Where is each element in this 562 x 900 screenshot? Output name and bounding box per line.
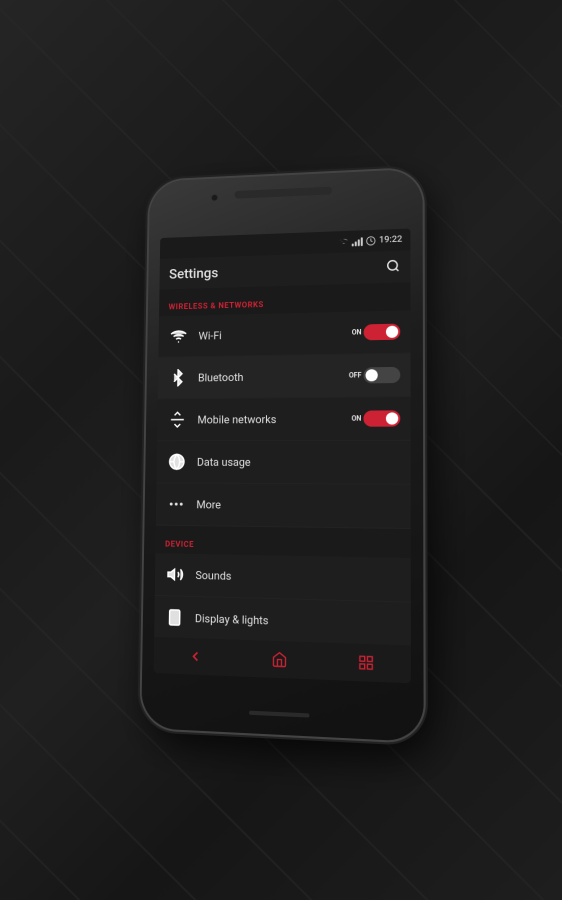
page-title: Settings (169, 266, 218, 283)
bluetooth-toggle-switch[interactable] (364, 367, 401, 384)
wifi-toggle-switch[interactable] (364, 324, 401, 341)
speaker-grille (235, 187, 332, 199)
recents-button[interactable] (351, 650, 382, 676)
home-button[interactable] (264, 647, 294, 673)
search-button[interactable] (386, 259, 400, 277)
settings-list: WIRELESS & NETWORKS Wi-Fi ON (154, 282, 411, 645)
more-label: More (196, 498, 400, 513)
wifi-label: Wi-Fi (198, 326, 351, 342)
mobile-networks-toggle-label: ON (351, 415, 361, 423)
mobile-networks-toggle-knob (386, 412, 398, 424)
section-wireless-label: WIRELESS & NETWORKS (169, 300, 264, 311)
bluetooth-label: Bluetooth (198, 369, 349, 384)
more-item[interactable]: More (156, 483, 411, 529)
back-button[interactable] (180, 644, 210, 669)
wifi-toggle-knob (386, 326, 398, 338)
section-device-label: DEVICE (165, 540, 194, 549)
camera (211, 194, 219, 202)
signal-icon (352, 236, 363, 246)
display-icon (164, 606, 186, 629)
phone: 19:22 Settings WIRELESS & NETWORKS (141, 169, 423, 742)
mobile-networks-toggle-switch[interactable] (363, 410, 400, 426)
bluetooth-icon (167, 367, 188, 389)
screen: 19:22 Settings WIRELESS & NETWORKS (154, 229, 411, 684)
status-icons: 19:22 (339, 235, 402, 247)
wifi-toggle-label: ON (352, 328, 362, 336)
wifi-toggle[interactable]: ON (352, 324, 401, 341)
mobile-networks-label: Mobile networks (197, 412, 351, 426)
data-usage-label: Data usage (197, 455, 400, 468)
bluetooth-toggle-label: OFF (349, 371, 362, 379)
bluetooth-toggle-knob (366, 369, 378, 381)
scene: 19:22 Settings WIRELESS & NETWORKS (0, 0, 562, 900)
data-icon (366, 236, 376, 246)
mobile-networks-toggle[interactable]: ON (351, 410, 400, 426)
mobile-networks-icon (167, 409, 188, 431)
bottom-nav (154, 637, 411, 683)
status-time: 19:22 (379, 235, 402, 246)
display-lights-label: Display & lights (195, 612, 401, 631)
wifi-status-icon (339, 237, 349, 247)
speaker-icon (165, 563, 186, 585)
wifi-icon (168, 325, 189, 347)
home-bar (249, 711, 309, 718)
search-icon (386, 259, 400, 273)
wifi-item[interactable]: Wi-Fi ON (158, 310, 410, 357)
sounds-label: Sounds (195, 568, 400, 586)
bluetooth-toggle[interactable]: OFF (349, 367, 400, 384)
sounds-item[interactable]: Sounds (155, 553, 411, 602)
data-usage-item[interactable]: Data usage (156, 441, 410, 485)
globe-icon (166, 451, 187, 473)
bluetooth-item[interactable]: Bluetooth OFF (158, 354, 411, 400)
more-dots-icon (166, 493, 187, 515)
mobile-networks-item[interactable]: Mobile networks ON (157, 397, 410, 441)
